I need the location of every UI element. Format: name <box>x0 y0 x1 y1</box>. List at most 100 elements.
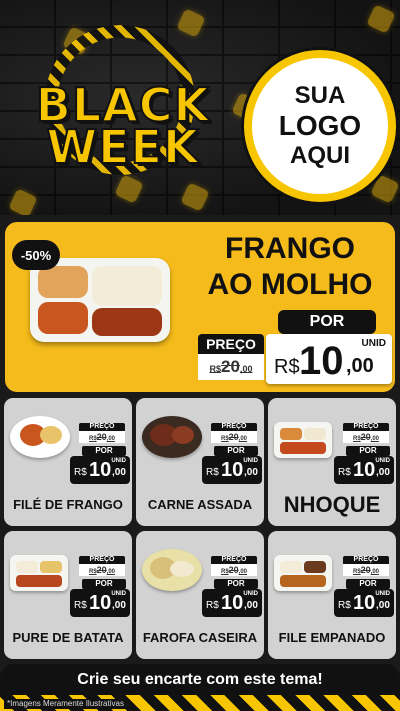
por-label: POR <box>82 446 126 456</box>
featured-product-image <box>30 258 170 342</box>
featured-price-int: 10 <box>299 339 344 383</box>
price-tag: UNID R$ 10 ,00 <box>202 589 262 617</box>
por-label: POR <box>214 579 258 589</box>
unit-label: UNID <box>111 458 126 464</box>
food-rice-icon <box>38 266 88 298</box>
featured-por-label: POR <box>278 310 376 334</box>
product-card[interactable]: PREÇO R$20,00 POR UNID R$ 10 ,00 CARNE A… <box>136 398 264 526</box>
featured-price: UNID R$ 10 ,00 <box>266 334 392 384</box>
unit-label: UNID <box>243 591 258 597</box>
por-label: POR <box>214 446 258 456</box>
product-card[interactable]: PREÇO R$20,00 POR UNID R$ 10 ,00 PURE DE… <box>4 531 132 659</box>
product-name: FILÉ DE FRANGO <box>13 497 123 512</box>
old-price-box: PREÇO R$20,00 <box>211 423 257 443</box>
old-price: R$20,00 <box>211 431 257 443</box>
product-image <box>142 416 202 458</box>
currency: R$ <box>206 467 219 478</box>
preco-label: PREÇO <box>79 556 125 564</box>
product-name: NHOQUE <box>283 492 381 517</box>
headline-week: WEEK <box>45 119 200 175</box>
old-price: R$20,00 <box>79 564 125 576</box>
old-price: R$20,00 <box>343 564 389 576</box>
product-name: FAROFA CASEIRA <box>142 630 258 645</box>
product-image <box>274 422 332 458</box>
featured-product-name: FRANGO AO MOLHO <box>200 231 380 303</box>
discount-badge: -50% <box>12 240 60 270</box>
price-tag: UNID R$ 10 ,00 <box>202 456 262 484</box>
price-dec: ,00 <box>376 467 390 478</box>
price-int: 10 <box>353 459 376 481</box>
unit-label: UNID <box>375 458 390 464</box>
preco-label: PREÇO <box>343 423 389 431</box>
product-image <box>274 555 332 591</box>
featured-name-line1: FRANGO <box>225 232 355 265</box>
preco-label: PREÇO <box>79 423 125 431</box>
price-int: 10 <box>353 592 376 614</box>
currency: R$ <box>74 467 87 478</box>
product-card[interactable]: PREÇO R$20,00 POR UNID R$ 10 ,00 NHOQUE <box>268 398 396 526</box>
logo-text-line3: AQUI <box>290 142 350 169</box>
por-label: POR <box>82 579 126 589</box>
featured-old-price: PREÇO R$20,00 <box>198 334 264 382</box>
product-name: FILE EMPANADO <box>278 630 386 645</box>
preco-label: PREÇO <box>211 556 257 564</box>
por-label: POR <box>346 446 390 456</box>
currency: R$ <box>74 600 87 611</box>
product-image <box>10 416 70 458</box>
coin-decoration <box>366 4 396 34</box>
featured-preco-label: PREÇO <box>198 334 264 354</box>
featured-price-dec: ,00 <box>346 355 374 377</box>
price-dec: ,00 <box>244 600 258 611</box>
create-flyer-button[interactable]: Crie seu encarte com este tema! <box>0 664 400 695</box>
logo-text-line2: LOGO <box>278 110 362 141</box>
old-price: R$20,00 <box>211 564 257 576</box>
old-price-box: PREÇO R$20,00 <box>211 556 257 576</box>
old-price-box: PREÇO R$20,00 <box>343 423 389 443</box>
featured-name-line2: AO MOLHO <box>207 268 373 301</box>
unit-label: UNID <box>243 458 258 464</box>
price-tag: UNID R$ 10 ,00 <box>334 456 394 484</box>
header-banner: BLACK WEEK SUA LOGO AQUI <box>0 0 400 215</box>
old-price: R$20,00 <box>343 431 389 443</box>
product-image <box>142 549 202 591</box>
disclaimer-text: *Imagens Meramente Ilustrativas <box>4 699 127 709</box>
price-int: 10 <box>89 459 112 481</box>
old-price-box: PREÇO R$20,00 <box>79 423 125 443</box>
product-card[interactable]: PREÇO R$20,00 POR UNID R$ 10 ,00 FILÉ DE… <box>4 398 132 526</box>
food-white-rice-icon <box>92 266 162 306</box>
product-card[interactable]: PREÇO R$20,00 POR UNID R$ 10 ,00 FAROFA … <box>136 531 264 659</box>
logo-text-line1: SUA <box>294 82 346 109</box>
old-price: R$20,00 <box>79 431 125 443</box>
old-price-box: PREÇO R$20,00 <box>343 556 389 576</box>
price-tag: UNID R$ 10 ,00 <box>70 589 130 617</box>
price-tag: UNID R$ 10 ,00 <box>334 589 394 617</box>
price-dec: ,00 <box>112 467 126 478</box>
food-chicken-icon <box>92 308 162 336</box>
featured-old-value: R$20,00 <box>198 354 264 380</box>
price-int: 10 <box>221 459 244 481</box>
preco-label: PREÇO <box>343 556 389 564</box>
unit-label: UNID <box>111 591 126 597</box>
product-card[interactable]: PREÇO R$20,00 POR UNID R$ 10 ,00 FILE EM… <box>268 531 396 659</box>
currency: R$ <box>338 600 351 611</box>
price-dec: ,00 <box>112 600 126 611</box>
price-int: 10 <box>89 592 112 614</box>
coin-decoration <box>180 182 210 212</box>
por-label: POR <box>346 579 390 589</box>
product-name: CARNE ASSADA <box>147 497 253 512</box>
logo-placeholder[interactable]: SUA LOGO AQUI <box>244 50 396 202</box>
old-price-box: PREÇO R$20,00 <box>79 556 125 576</box>
price-tag: UNID R$ 10 ,00 <box>70 456 130 484</box>
coin-decoration <box>8 188 38 215</box>
coin-decoration <box>176 8 206 38</box>
product-image <box>10 555 68 591</box>
featured-unit-label: UNID <box>361 338 386 349</box>
unit-label: UNID <box>375 591 390 597</box>
price-int: 10 <box>221 592 244 614</box>
coin-decoration <box>370 174 400 204</box>
currency: R$ <box>338 467 351 478</box>
food-stew-icon <box>38 302 88 334</box>
featured-currency: R$ <box>274 356 300 378</box>
currency: R$ <box>206 600 219 611</box>
price-dec: ,00 <box>244 467 258 478</box>
